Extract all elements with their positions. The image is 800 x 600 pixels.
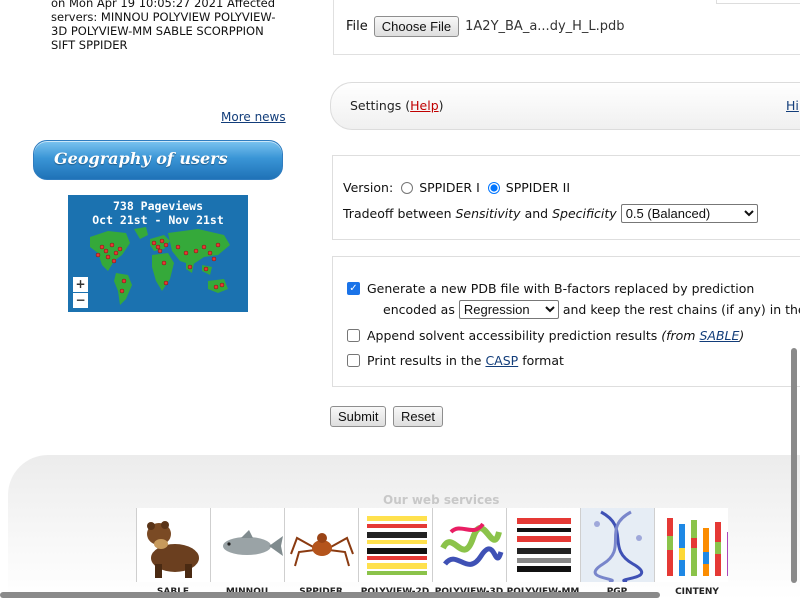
settings-bar: Settings (Help) Hi (330, 82, 800, 130)
encoded-as-label: encoded as (383, 302, 455, 317)
service-minnou[interactable] (210, 508, 284, 582)
selected-file-name: 1A2Y_BA_a...dy_H_L.pdb (465, 19, 625, 34)
hide-settings-link[interactable]: Hi (786, 98, 799, 113)
service-polyview-mm[interactable] (506, 508, 580, 582)
vertical-scrollbar[interactable] (791, 348, 797, 583)
polyview-3d-icon (440, 522, 504, 567)
more-news-link[interactable]: More news (221, 110, 286, 124)
service-sable[interactable] (136, 508, 210, 582)
version-radio-sppider-1[interactable] (401, 181, 414, 194)
file-label: File (346, 19, 368, 34)
service-polyview-3d[interactable] (432, 508, 506, 582)
zoom-in-button[interactable]: + (73, 277, 88, 292)
service-label-cinteny: CINTENY (675, 587, 719, 597)
cinteny-icon (667, 518, 728, 576)
sable-icon (147, 521, 199, 578)
option-encoding-row: encoded as Regression and keep the rest … (383, 300, 800, 319)
tradeoff-select[interactable]: 0.5 (Balanced) (620, 204, 758, 223)
tradeoff-row: Tradeoff between Sensitivity and Specifi… (343, 204, 758, 223)
polyview-2d-icon (367, 516, 427, 575)
option-casp-format: Print results in the CASP format (347, 353, 564, 368)
pgp-dna-icon (581, 508, 654, 582)
casp-prefix: Print results in the (367, 353, 482, 368)
generate-pdb-checkbox[interactable]: ✓ (347, 282, 360, 295)
append-accessibility-checkbox[interactable] (347, 329, 360, 342)
version-label: Version: (343, 180, 394, 195)
service-cinteny[interactable] (654, 508, 728, 582)
tradeoff-sensitivity: Sensitivity (455, 206, 521, 221)
submit-button[interactable]: Submit (330, 406, 387, 427)
geography-title: Geography of users (54, 149, 228, 168)
casp-suffix: format (522, 353, 564, 368)
version-radio-sppider-2[interactable] (487, 181, 500, 194)
geography-header: Geography of users (33, 140, 283, 180)
sable-link[interactable]: SABLE (699, 328, 739, 343)
option-append-accessibility: Append solvent accessibility prediction … (347, 328, 744, 343)
version-option-1-label: SPPIDER I (419, 180, 480, 195)
sppider-spider-icon (290, 533, 354, 567)
version-panel (332, 155, 800, 240)
file-row: File Choose File 1A2Y_BA_a...dy_H_L.pdb (346, 16, 625, 37)
casp-link[interactable]: CASP (485, 353, 518, 368)
tradeoff-specificity: Specificity (552, 206, 617, 221)
settings-label: Settings (Help) (350, 98, 444, 113)
user-map-widget[interactable]: 738 Pageviews Oct 21st - Nov 21st + − (68, 195, 248, 312)
polyview-mm-icon (517, 518, 571, 572)
version-row: Version: SPPIDER I SPPIDER II (343, 180, 570, 195)
service-pgp[interactable] (580, 508, 654, 582)
news-text: on Mon Apr 19 10:05:27 2021 Affected ser… (51, 0, 276, 52)
services-title: Our web services (383, 493, 500, 507)
service-polyview-2d[interactable] (358, 508, 432, 582)
casp-format-checkbox[interactable] (347, 354, 360, 367)
append-accessibility-label: Append solvent accessibility prediction … (367, 328, 658, 343)
generate-pdb-label: Generate a new PDB file with B-factors r… (367, 281, 755, 296)
tradeoff-prefix: Tradeoff between (343, 206, 452, 221)
horizontal-scrollbar[interactable] (0, 592, 660, 598)
pageviews-count: 738 Pageviews (112, 199, 203, 213)
reset-button[interactable]: Reset (393, 406, 443, 427)
zoom-out-button[interactable]: − (73, 293, 88, 308)
service-sppider[interactable] (284, 508, 358, 582)
minnou-fish-icon (223, 530, 283, 556)
keep-chains-label: and keep the rest chains (if any) in the… (562, 302, 800, 317)
help-link[interactable]: Help (410, 98, 439, 113)
pageviews-period: Oct 21st - Nov 21st (92, 213, 224, 227)
encoding-select[interactable]: Regression (458, 300, 559, 319)
choose-file-button[interactable]: Choose File (373, 16, 460, 37)
version-option-2-label: SPPIDER II (505, 180, 571, 195)
tradeoff-and: and (524, 206, 549, 221)
page: on Mon Apr 19 10:05:27 2021 Affected ser… (0, 0, 800, 600)
corner-panel (716, 0, 800, 4)
option-generate-pdb: ✓ Generate a new PDB file with B-factors… (347, 281, 754, 296)
